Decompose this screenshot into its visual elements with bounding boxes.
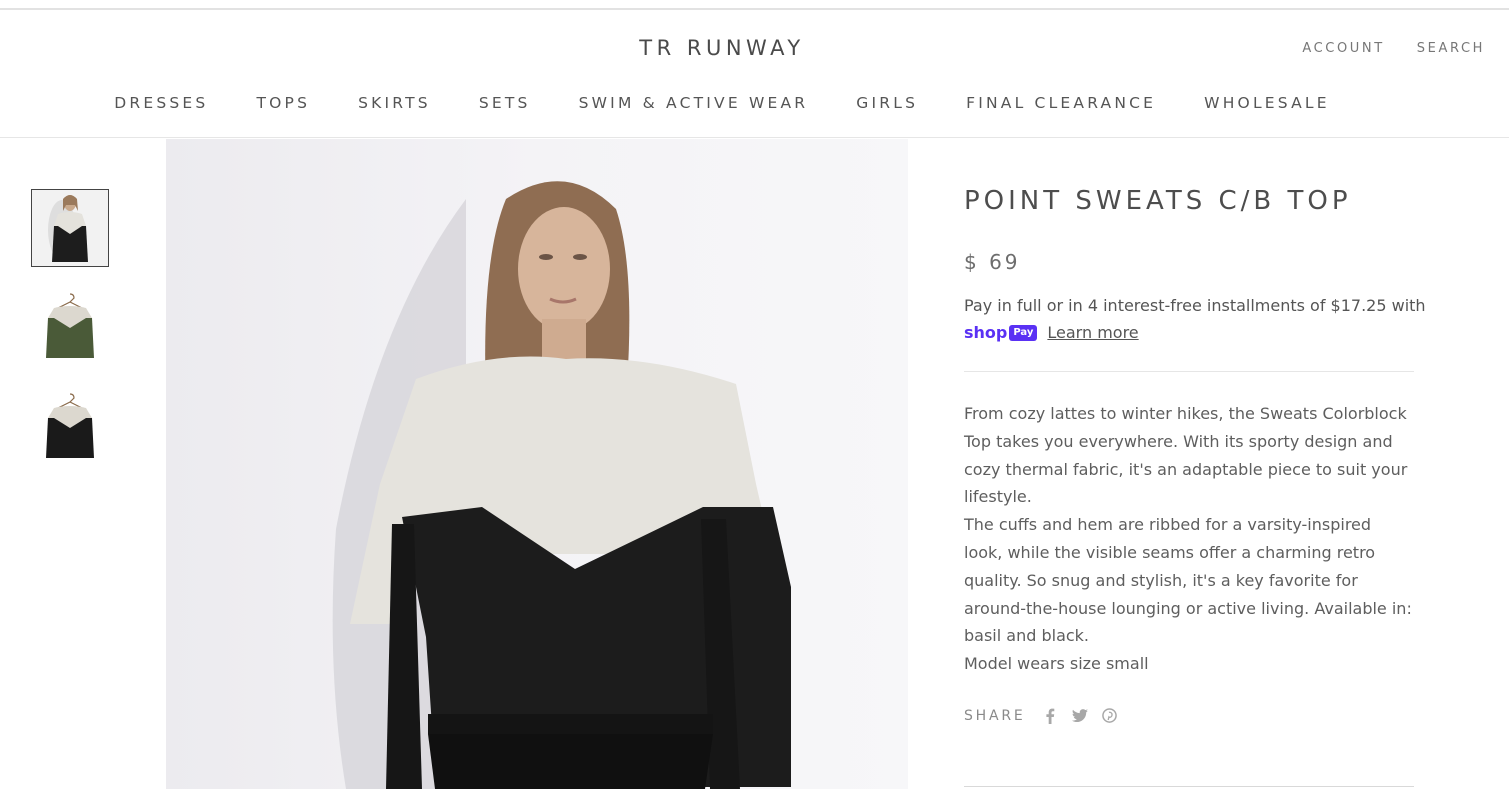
add-to-cart-area xyxy=(964,786,1414,795)
description-paragraph-2: The cuffs and hem are ribbed for a varsi… xyxy=(964,515,1412,646)
thumbnail-1[interactable] xyxy=(31,189,109,267)
site-logo[interactable]: TR RUNWAY xyxy=(0,36,1444,60)
nav-item-dresses[interactable]: DRESSES xyxy=(114,94,208,112)
nav-item-tops[interactable]: TOPS xyxy=(256,94,310,112)
share-label: SHARE xyxy=(964,707,1026,724)
pinterest-icon[interactable] xyxy=(1102,708,1118,724)
header-links: ACCOUNT SEARCH xyxy=(1302,41,1485,56)
installments-text: Pay in full or in 4 interest-free instal… xyxy=(964,296,1426,315)
account-link[interactable]: ACCOUNT xyxy=(1302,41,1384,56)
product-title: POINT SWEATS C/B TOP xyxy=(964,186,1352,216)
thumbnail-model-image xyxy=(32,190,108,266)
shoppay-pill: Pay xyxy=(1009,324,1038,341)
main-product-image[interactable] xyxy=(166,139,908,789)
nav-item-skirts[interactable]: SKIRTS xyxy=(358,94,431,112)
thumbnail-2[interactable] xyxy=(31,289,109,367)
product-info: POINT SWEATS C/B TOP $ 69 Pay in full or… xyxy=(964,186,1426,724)
product-description: From cozy lattes to winter hikes, the Sw… xyxy=(964,400,1414,678)
thumbnail-black-image xyxy=(32,390,108,466)
product-photo xyxy=(166,139,908,789)
nav-item-final-clearance[interactable]: FINAL CLEARANCE xyxy=(966,94,1156,112)
main-nav: DRESSES TOPS SKIRTS SETS SWIM & ACTIVE W… xyxy=(0,94,1444,112)
thumbnail-basil-image xyxy=(32,290,108,366)
shoppay-word: shop xyxy=(964,323,1008,342)
nav-item-wholesale[interactable]: WHOLESALE xyxy=(1204,94,1330,112)
learn-more-link[interactable]: Learn more xyxy=(1047,319,1138,346)
top-border xyxy=(0,8,1509,10)
nav-divider xyxy=(0,137,1509,138)
nav-item-swim-active-wear[interactable]: SWIM & ACTIVE WEAR xyxy=(579,94,809,112)
model-size-note: Model wears size small xyxy=(964,654,1149,674)
shoppay-logo: shop Pay xyxy=(964,319,1038,346)
product-price: $ 69 xyxy=(964,250,1021,274)
installments-info: Pay in full or in 4 interest-free instal… xyxy=(964,292,1426,346)
description-paragraph-1: From cozy lattes to winter hikes, the Sw… xyxy=(964,404,1408,507)
shoppay-row: shop Pay Learn more xyxy=(964,319,1414,346)
search-link[interactable]: SEARCH xyxy=(1417,41,1485,56)
facebook-icon[interactable] xyxy=(1042,708,1058,724)
nav-item-girls[interactable]: GIRLS xyxy=(856,94,918,112)
thumbnail-3[interactable] xyxy=(31,389,109,467)
twitter-icon[interactable] xyxy=(1071,708,1088,724)
share-row: SHARE xyxy=(964,708,1414,724)
info-divider xyxy=(964,371,1414,372)
nav-item-sets[interactable]: SETS xyxy=(479,94,531,112)
